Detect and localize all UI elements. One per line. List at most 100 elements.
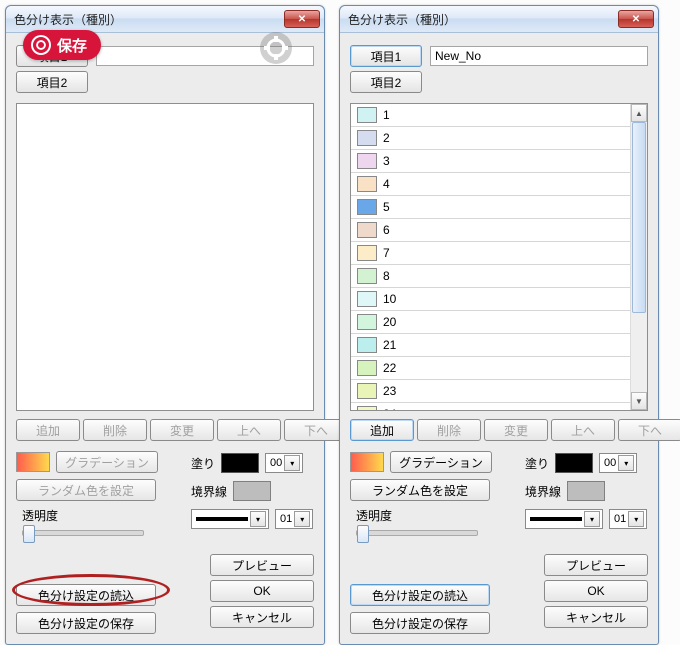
close-button[interactable]: ✕: [618, 10, 654, 28]
list-item[interactable]: 5: [351, 196, 631, 219]
fill-color-box[interactable]: [221, 453, 259, 473]
chevron-down-icon: ▾: [250, 511, 266, 527]
list-item[interactable]: 3: [351, 150, 631, 173]
cancel-button[interactable]: キャンセル: [210, 606, 314, 628]
color-swatch: [357, 360, 377, 376]
chevron-down-icon: ▾: [628, 511, 644, 527]
color-swatch: [357, 268, 377, 284]
preview-button[interactable]: プレビュー: [544, 554, 648, 576]
list-item-label: 7: [383, 246, 390, 260]
window-title: 色分け表示（種別）: [14, 11, 284, 28]
list-item-label: 22: [383, 361, 396, 375]
delete-button[interactable]: 削除: [83, 419, 147, 441]
border-color-box[interactable]: [567, 481, 605, 501]
up-button[interactable]: 上へ: [551, 419, 615, 441]
color-list[interactable]: 12345678102021222324 ▲ ▼: [350, 103, 648, 411]
list-item-label: 2: [383, 131, 390, 145]
scrollbar[interactable]: ▲ ▼: [630, 104, 647, 410]
save-settings-button[interactable]: 色分け設定の保存: [350, 612, 490, 634]
close-button[interactable]: ✕: [284, 10, 320, 28]
close-icon: ✕: [298, 14, 306, 25]
title-bar: 色分け表示（種別） ✕: [6, 6, 324, 33]
color-swatch: [357, 406, 377, 411]
scroll-thumb[interactable]: [632, 122, 646, 313]
border-num-combo[interactable]: 01 ▾: [275, 509, 313, 529]
chevron-down-icon: ▾: [284, 455, 300, 471]
opacity-slider[interactable]: [356, 530, 478, 536]
close-icon: ✕: [632, 14, 640, 25]
list-item[interactable]: 1: [351, 104, 631, 127]
load-settings-button[interactable]: 色分け設定の読込: [16, 584, 156, 606]
color-swatch: [357, 199, 377, 215]
list-item[interactable]: 2: [351, 127, 631, 150]
add-button[interactable]: 追加: [350, 419, 414, 441]
scroll-down-icon[interactable]: ▼: [631, 392, 647, 410]
list-item-label: 6: [383, 223, 390, 237]
color-swatch: [357, 130, 377, 146]
change-button[interactable]: 変更: [150, 419, 214, 441]
slider-thumb[interactable]: [23, 525, 35, 543]
list-item[interactable]: 10: [351, 288, 631, 311]
list-item[interactable]: 4: [351, 173, 631, 196]
change-button[interactable]: 変更: [484, 419, 548, 441]
add-button[interactable]: 追加: [16, 419, 80, 441]
delete-button[interactable]: 削除: [417, 419, 481, 441]
scroll-up-icon[interactable]: ▲: [631, 104, 647, 122]
preview-button[interactable]: プレビュー: [210, 554, 314, 576]
list-item-label: 5: [383, 200, 390, 214]
color-swatch: [357, 337, 377, 353]
list-item[interactable]: 21: [351, 334, 631, 357]
list-item[interactable]: 23: [351, 380, 631, 403]
item1-field[interactable]: [430, 46, 648, 66]
list-item[interactable]: 6: [351, 219, 631, 242]
border-label: 境界線: [191, 483, 227, 500]
scroll-track[interactable]: [631, 122, 647, 392]
gradation-button[interactable]: グラデーション: [56, 451, 158, 473]
list-item-label: 23: [383, 384, 396, 398]
search-lens-icon[interactable]: [258, 30, 294, 66]
color-swatch: [357, 245, 377, 261]
item2-button[interactable]: 項目2: [16, 71, 88, 93]
ok-button[interactable]: OK: [210, 580, 314, 602]
list-item[interactable]: 7: [351, 242, 631, 265]
pinterest-save-badge[interactable]: 保存: [23, 30, 101, 60]
border-color-box[interactable]: [233, 481, 271, 501]
list-edit-buttons: 追加 削除 変更 上へ 下へ: [16, 419, 314, 441]
save-settings-button[interactable]: 色分け設定の保存: [16, 612, 156, 634]
list-item[interactable]: 20: [351, 311, 631, 334]
fill-num-combo[interactable]: 00 ▾: [599, 453, 637, 473]
list-item[interactable]: 24: [351, 403, 631, 411]
gradation-button[interactable]: グラデーション: [390, 451, 492, 473]
color-swatch: [357, 383, 377, 399]
list-item[interactable]: 22: [351, 357, 631, 380]
border-line-combo[interactable]: ▾: [191, 509, 269, 529]
slider-thumb[interactable]: [357, 525, 369, 543]
item1-button[interactable]: 項目1: [350, 45, 422, 67]
border-line-combo[interactable]: ▾: [525, 509, 603, 529]
fill-color-box[interactable]: [555, 453, 593, 473]
up-button[interactable]: 上へ: [217, 419, 281, 441]
opacity-slider[interactable]: [22, 530, 144, 536]
fill-num-combo[interactable]: 00 ▾: [265, 453, 303, 473]
random-color-button[interactable]: ランダム色を設定: [16, 479, 156, 501]
list-item-label: 20: [383, 315, 396, 329]
list-item-label: 21: [383, 338, 396, 352]
list-edit-buttons: 追加 削除 変更 上へ 下へ: [350, 419, 648, 441]
load-settings-button[interactable]: 色分け設定の読込: [350, 584, 490, 606]
list-item[interactable]: 8: [351, 265, 631, 288]
list-item-label: 8: [383, 269, 390, 283]
list-item-label: 10: [383, 292, 396, 306]
cancel-button[interactable]: キャンセル: [544, 606, 648, 628]
border-label: 境界線: [525, 483, 561, 500]
color-swatch: [357, 153, 377, 169]
gradient-sample: [350, 452, 384, 472]
item2-button[interactable]: 項目2: [350, 71, 422, 93]
color-list: [16, 103, 314, 411]
color-swatch: [357, 222, 377, 238]
color-swatch: [357, 107, 377, 123]
ok-button[interactable]: OK: [544, 580, 648, 602]
random-color-button[interactable]: ランダム色を設定: [350, 479, 490, 501]
border-num-combo[interactable]: 01 ▾: [609, 509, 647, 529]
down-button[interactable]: 下へ: [618, 419, 680, 441]
list-item-label: 3: [383, 154, 390, 168]
